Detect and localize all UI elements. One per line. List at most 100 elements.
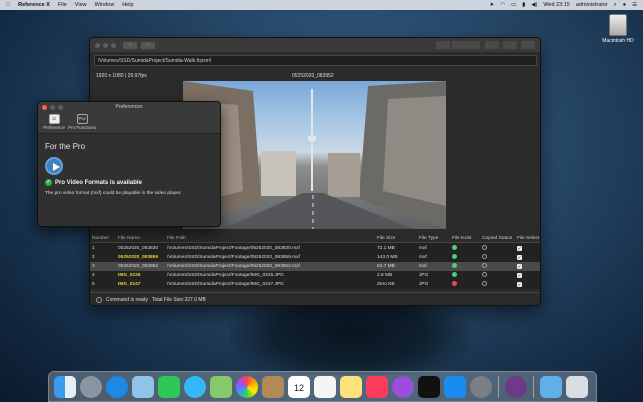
copied-status bbox=[482, 254, 487, 261]
desktop-disk[interactable]: Macintosh HD bbox=[600, 14, 636, 44]
file-select-checkbox[interactable]: ✓ bbox=[517, 263, 522, 270]
row-file-name: 05252020_083830 bbox=[118, 246, 159, 251]
copied-ring-icon bbox=[482, 245, 487, 250]
trash-icon[interactable] bbox=[566, 375, 588, 398]
table-row[interactable]: 1 05252020_083830/Volumes/SSD/SumidaProje… bbox=[90, 244, 540, 253]
file-select-checkbox[interactable]: ✓ bbox=[517, 281, 522, 288]
preferences-toolbar: ⏻ Preference Pro Pro Functions bbox=[38, 112, 220, 134]
forward-button[interactable]: › bbox=[141, 41, 155, 49]
safari-icon[interactable] bbox=[106, 375, 128, 398]
header-file-name[interactable]: File Name bbox=[118, 236, 140, 241]
checkmark-icon: ✓ bbox=[517, 245, 522, 251]
control-center-icon[interactable]: ☰ bbox=[632, 2, 637, 8]
apple-menu-icon[interactable]:  bbox=[6, 2, 10, 8]
status-area: ➤ ◠ ▭ ▮ ◀) Wed 23:15 administrator ⌕ ● ☰ bbox=[490, 2, 637, 9]
location-icon[interactable]: ➤ bbox=[490, 2, 495, 8]
system-preferences-icon[interactable] bbox=[470, 375, 492, 398]
menu-file[interactable]: File bbox=[58, 2, 67, 8]
menu-user[interactable]: administrator bbox=[576, 2, 608, 8]
finder-icon[interactable] bbox=[54, 375, 76, 398]
row-file-type: mxf bbox=[419, 246, 427, 251]
table-row[interactable]: 2 05252020_083859/Volumes/SSD/SumidaProje… bbox=[90, 253, 540, 262]
close-button[interactable] bbox=[95, 42, 100, 48]
toolbar-button-3[interactable] bbox=[466, 41, 480, 49]
reference-x-icon[interactable] bbox=[505, 375, 527, 398]
header-file-exist[interactable]: File Exist bbox=[452, 236, 471, 241]
header-number[interactable]: Number bbox=[92, 236, 109, 241]
music-icon[interactable] bbox=[366, 375, 388, 398]
project-path-field[interactable]: /Volumes/SSD/SumidaProject/Sumida-Walk.f… bbox=[94, 55, 537, 66]
back-button[interactable]: ‹ bbox=[123, 41, 137, 49]
row-file-path: /Volumes/SSD/SumidaProject/Footage/05252… bbox=[167, 264, 300, 269]
row-file-name: 05252020_083859 bbox=[118, 255, 159, 260]
resolution-info: 1920 x 1080 | 29.97fps bbox=[96, 73, 147, 79]
row-file-path: /Volumes/SSD/SumidaProject/Footage/05252… bbox=[167, 255, 300, 260]
menu-window[interactable]: Window bbox=[95, 2, 115, 8]
file-exist-indicator bbox=[452, 245, 457, 252]
exist-dot-icon bbox=[452, 245, 457, 250]
menu-clock[interactable]: Wed 23:15 bbox=[543, 2, 570, 8]
wifi-icon[interactable]: ◠ bbox=[500, 2, 505, 8]
tv-icon[interactable] bbox=[418, 375, 440, 398]
row-file-path: /Volumes/SSD/SumidaProject/Footage/IMG_0… bbox=[167, 282, 284, 287]
menu-bar:  Reference X File View Window Help ➤ ◠ … bbox=[0, 0, 643, 10]
table-row[interactable]: 4 IMG_0225/Volumes/SSD/SumidaProject/Foot… bbox=[90, 271, 540, 280]
volume-icon[interactable]: ◀) bbox=[531, 2, 537, 8]
podcasts-icon[interactable] bbox=[392, 375, 414, 398]
pro-available-text: Pro Video Formats is available bbox=[55, 179, 142, 186]
table-row[interactable]: 5 IMG_0247/Volumes/SSD/SumidaProject/Foot… bbox=[90, 280, 540, 289]
video-preview[interactable] bbox=[183, 81, 446, 229]
row-file-size: 84.7 MB bbox=[377, 264, 395, 269]
contacts-icon[interactable] bbox=[262, 375, 284, 398]
app-menu[interactable]: Reference X bbox=[18, 2, 50, 8]
row-file-name: 05252020_083952 bbox=[118, 264, 159, 269]
tab-preference[interactable]: ⏻ Preference bbox=[40, 112, 68, 133]
zoom-button[interactable] bbox=[111, 42, 116, 48]
maps-icon[interactable] bbox=[210, 375, 232, 398]
check-icon: ✓ bbox=[45, 179, 52, 186]
launchpad-icon[interactable] bbox=[80, 375, 102, 398]
reminders-icon[interactable] bbox=[314, 375, 336, 398]
preview-icon[interactable] bbox=[132, 375, 154, 398]
minimize-button[interactable] bbox=[103, 42, 108, 48]
file-exist-indicator bbox=[452, 281, 457, 288]
calendar-icon[interactable]: 12 bbox=[288, 375, 310, 398]
header-file-size[interactable]: File Size bbox=[377, 236, 395, 241]
search-icon[interactable]: ⌕ bbox=[614, 2, 617, 9]
file-select-checkbox[interactable]: ✓ bbox=[517, 272, 522, 279]
header-file-path[interactable]: File Path bbox=[167, 236, 186, 241]
downloads-folder-icon[interactable] bbox=[540, 375, 562, 398]
toolbar-button-5[interactable] bbox=[503, 41, 517, 49]
header-file-type[interactable]: File Type bbox=[419, 236, 438, 241]
table-row[interactable]: 3 05252020_083952/Volumes/SSD/SumidaProje… bbox=[90, 262, 540, 271]
file-select-checkbox[interactable]: ✓ bbox=[517, 245, 522, 252]
facetime-icon[interactable] bbox=[158, 375, 180, 398]
row-file-size: Zero KB bbox=[377, 282, 395, 287]
photos-icon[interactable] bbox=[236, 375, 258, 398]
battery-icon[interactable]: ▮ bbox=[522, 2, 525, 8]
toolbar-button-2[interactable] bbox=[452, 41, 466, 49]
menu-help[interactable]: Help bbox=[122, 2, 133, 8]
dock-separator bbox=[498, 375, 499, 398]
siri-icon[interactable]: ● bbox=[623, 2, 626, 8]
file-select-checkbox[interactable]: ✓ bbox=[517, 254, 522, 261]
copied-ring-icon bbox=[482, 281, 487, 286]
header-file-select[interactable]: File Select bbox=[517, 236, 539, 241]
row-number: 3 bbox=[92, 264, 95, 269]
menu-view[interactable]: View bbox=[75, 2, 87, 8]
checkmark-icon: ✓ bbox=[517, 254, 522, 260]
app-store-icon[interactable] bbox=[444, 375, 466, 398]
pro-icon: Pro bbox=[76, 114, 88, 124]
toolbar-button-4[interactable] bbox=[485, 41, 499, 49]
select-toggle-icon[interactable] bbox=[436, 41, 450, 49]
notes-icon[interactable] bbox=[340, 375, 362, 398]
street-frame-image bbox=[183, 81, 446, 229]
messages-icon[interactable] bbox=[184, 375, 206, 398]
toolbar-button-6[interactable] bbox=[521, 41, 535, 49]
airplay-icon[interactable]: ▭ bbox=[511, 2, 516, 8]
header-copied-status[interactable]: Copied Status bbox=[482, 236, 512, 241]
hard-disk-icon bbox=[609, 14, 627, 36]
row-file-name: IMG_0247 bbox=[118, 282, 141, 287]
tab-pro-functions[interactable]: Pro Pro Functions bbox=[68, 112, 96, 133]
row-number: 5 bbox=[92, 282, 95, 287]
